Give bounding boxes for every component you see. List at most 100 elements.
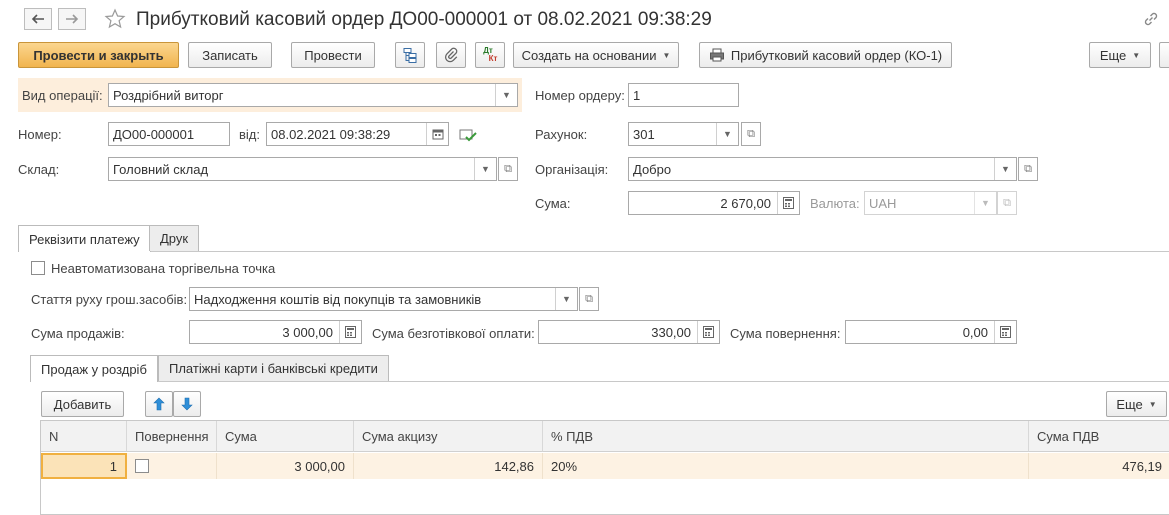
order-number-label: Номер ордеру: (535, 88, 625, 103)
dropdown-arrow-icon[interactable]: ▼ (495, 84, 517, 106)
dropdown-arrow-icon[interactable]: ▼ (994, 158, 1016, 180)
post-button[interactable]: Провести (291, 42, 375, 68)
hierarchy-icon (403, 48, 417, 63)
column-header-excise[interactable]: Сума акцизу (354, 421, 543, 452)
cell-excise[interactable]: 142,86 (354, 453, 543, 479)
warehouse-open-icon[interactable]: ⧉ (498, 157, 518, 181)
amount-input[interactable]: 2 670,00 (628, 191, 800, 215)
cell-sum-value: 3 000,00 (294, 458, 345, 474)
returns-checkbox[interactable] (135, 459, 149, 473)
sales-sum-value: 3 000,00 (282, 324, 333, 340)
favorite-star-icon[interactable] (104, 8, 126, 30)
cell-vat-sum-value: 476,19 (1122, 458, 1162, 474)
cashless-input[interactable]: 330,00 (538, 320, 720, 344)
refunds-input[interactable]: 0,00 (845, 320, 1017, 344)
dropdown-arrow-icon[interactable]: ▼ (474, 158, 496, 180)
warehouse-select[interactable]: Головний склад ▼ (108, 157, 497, 181)
dropdown-arrow-icon[interactable]: ▼ (716, 123, 738, 145)
add-row-button[interactable]: Добавить (41, 391, 124, 417)
printer-icon (709, 48, 724, 62)
cell-vat-rate-value: 20% (551, 458, 578, 474)
retail-sales-table: N Повернення Сума Сума акцизу % ПДВ Сума… (40, 420, 1169, 515)
table-more-label: Еще (1116, 396, 1143, 412)
organization-select[interactable]: Добро ▼ (628, 157, 1017, 181)
save-button[interactable]: Записать (188, 42, 272, 68)
organization-value: Добро (633, 161, 672, 177)
paperclip-icon (444, 47, 458, 63)
verified-check-icon[interactable] (459, 127, 477, 143)
warehouse-label: Склад: (18, 162, 60, 177)
cell-vat-sum[interactable]: 476,19 (1029, 453, 1169, 479)
create-based-on-button[interactable]: Создать на основании ▼ (513, 42, 679, 68)
column-header-n[interactable]: N (41, 421, 127, 452)
cell-n[interactable]: 1 (41, 453, 127, 479)
cash-flow-value: Надходження коштів від покупців та замов… (194, 291, 482, 307)
operation-value: Роздрібний виторг (113, 87, 224, 103)
number-label: Номер: (18, 127, 62, 142)
non-automated-checkbox[interactable] (31, 261, 45, 275)
cash-flow-open-icon[interactable]: ⧉ (579, 287, 599, 311)
tab-retail-sales[interactable]: Продаж у роздріб (30, 355, 158, 382)
tab-print[interactable]: Друк (149, 225, 200, 251)
calculator-icon[interactable] (697, 321, 719, 343)
kt-label: Кт (488, 54, 498, 63)
calculator-icon[interactable] (339, 321, 361, 343)
move-up-button[interactable] (145, 391, 173, 417)
more-label: Еще (1099, 47, 1127, 63)
non-automated-label: Неавтоматизована торгівельна точка (51, 261, 276, 276)
account-open-icon[interactable]: ⧉ (741, 122, 761, 146)
organization-open-icon[interactable]: ⧉ (1018, 157, 1038, 181)
tabs-divider (18, 251, 1169, 252)
forward-button[interactable] (58, 8, 86, 30)
arrow-right-icon (66, 14, 79, 24)
date-input[interactable]: 08.02.2021 09:38:29 (266, 122, 449, 146)
structure-button[interactable] (395, 42, 425, 68)
dt-kt-icon: Дт Кт (483, 47, 498, 63)
calendar-icon[interactable] (426, 123, 448, 145)
tab-retail-sales-label: Продаж у роздріб (41, 361, 147, 377)
move-down-button[interactable] (173, 391, 201, 417)
post-label: Провести (304, 47, 362, 63)
attachments-button[interactable] (436, 42, 466, 68)
tab-payment-details[interactable]: Реквізити платежу (18, 225, 151, 252)
dt-kt-button[interactable]: Дт Кт (475, 42, 505, 68)
column-header-vat-sum[interactable]: Сума ПДВ (1029, 421, 1169, 452)
order-number-input[interactable]: 1 (628, 83, 739, 107)
date-label: від: (239, 127, 260, 142)
number-input[interactable]: ДО00-000001 (108, 122, 230, 146)
dropdown-arrow-icon: ▼ (974, 192, 996, 214)
back-button[interactable] (24, 8, 52, 30)
date-value: 08.02.2021 09:38:29 (271, 126, 391, 142)
cashless-value: 330,00 (651, 324, 691, 340)
column-header-returns[interactable]: Повернення (127, 421, 217, 452)
currency-open-icon: ⧉ (997, 191, 1017, 215)
currency-label: Валюта: (810, 196, 860, 211)
column-header-vat-rate[interactable]: % ПДВ (543, 421, 1029, 452)
more-button[interactable]: Еще ▼ (1089, 42, 1151, 68)
table-more-button[interactable]: Еще ▼ (1106, 391, 1167, 417)
subtabs-divider (30, 381, 1169, 382)
dropdown-triangle-icon: ▼ (1148, 399, 1157, 409)
account-select[interactable]: 301 ▼ (628, 122, 739, 146)
cell-sum[interactable]: 3 000,00 (217, 453, 354, 479)
dropdown-arrow-icon[interactable]: ▼ (555, 288, 577, 310)
post-and-close-button[interactable]: Провести и закрыть (18, 42, 179, 68)
cash-flow-label: Стаття руху грош.засобів: (31, 292, 188, 307)
print-ko1-button[interactable]: Прибутковий касовий ордер (КО-1) (699, 42, 952, 68)
calculator-icon[interactable] (994, 321, 1016, 343)
link-icon[interactable] (1142, 10, 1160, 28)
cash-flow-select[interactable]: Надходження коштів від покупців та замов… (189, 287, 578, 311)
print-ko1-label: Прибутковий касовий ордер (КО-1) (730, 47, 943, 63)
account-label: Рахунок: (535, 127, 588, 142)
arrow-down-icon (181, 397, 193, 411)
number-value: ДО00-000001 (113, 126, 195, 142)
cell-returns[interactable] (127, 453, 217, 479)
sales-sum-input[interactable]: 3 000,00 (189, 320, 362, 344)
column-header-sum[interactable]: Сума (217, 421, 354, 452)
cell-vat-rate[interactable]: 20% (543, 453, 1029, 479)
tab-payment-cards-label: Платіжні карти і банківські кредити (169, 361, 378, 376)
operation-select[interactable]: Роздрібний виторг ▼ (108, 83, 518, 107)
help-button[interactable] (1159, 42, 1169, 68)
tab-payment-cards[interactable]: Платіжні карти і банківські кредити (158, 355, 389, 381)
calculator-icon[interactable] (777, 192, 799, 214)
